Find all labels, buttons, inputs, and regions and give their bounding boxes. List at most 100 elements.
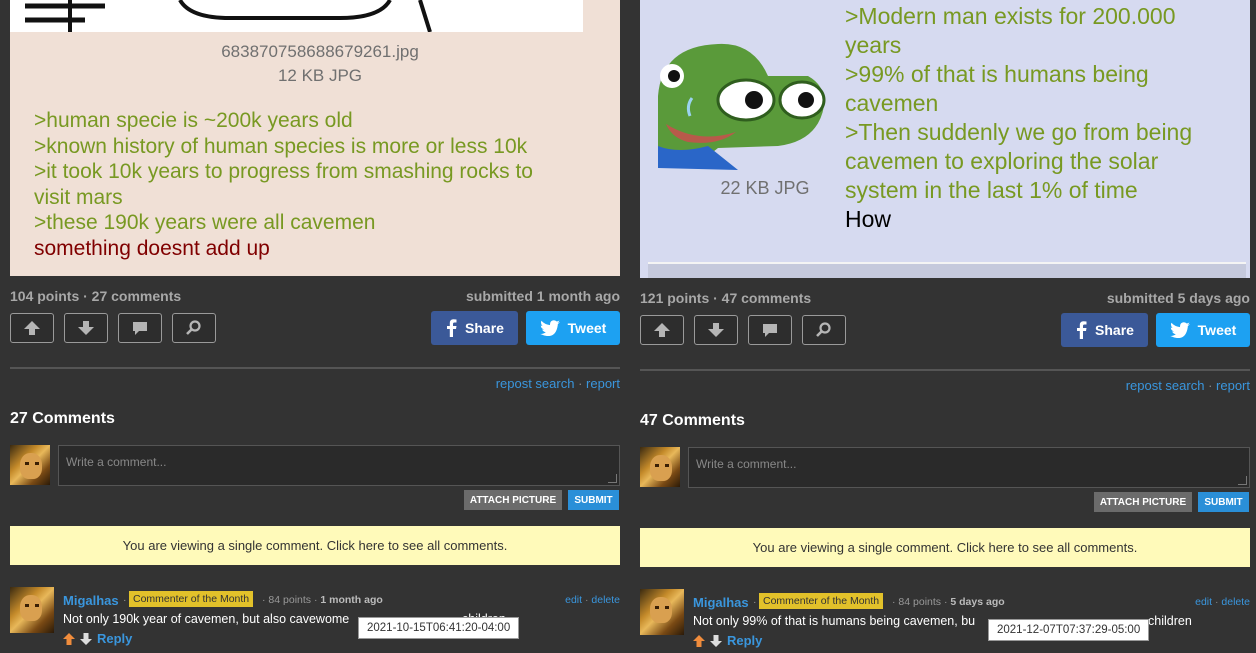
post-links: repost search · report bbox=[496, 376, 620, 391]
twitter-tweet-button[interactable]: Tweet bbox=[526, 311, 620, 345]
upvote-arrow-icon[interactable] bbox=[693, 634, 705, 647]
file-name[interactable]: 683870758688679261.jpg bbox=[10, 40, 630, 64]
comment-author[interactable]: Migalhas bbox=[693, 595, 749, 610]
greentext-line: years bbox=[845, 32, 902, 58]
greentext-line: >it took 10k years to progress from smas… bbox=[34, 160, 533, 183]
report-link[interactable]: report bbox=[1216, 378, 1250, 393]
upvote-arrow-icon[interactable] bbox=[63, 632, 75, 645]
comment-input[interactable]: Write a comment... bbox=[688, 447, 1250, 488]
downvote-button[interactable] bbox=[64, 313, 108, 343]
share-label: Share bbox=[1095, 322, 1134, 338]
greentext-line: >known history of human species is more … bbox=[34, 134, 528, 158]
comments-heading: 47 Comments bbox=[640, 412, 745, 429]
post-stats: 104 points · 27 comments bbox=[10, 288, 182, 304]
single-comment-notice[interactable]: You are viewing a single comment. Click … bbox=[10, 526, 620, 565]
commenter-avatar[interactable] bbox=[10, 587, 54, 633]
delete-link[interactable]: delete bbox=[591, 594, 620, 606]
resize-handle[interactable] bbox=[1238, 476, 1247, 485]
greentext-line: >Modern man exists for 200.000 bbox=[845, 3, 1176, 29]
twitter-tweet-button[interactable]: Tweet bbox=[1156, 313, 1250, 347]
downvote-button[interactable] bbox=[694, 315, 738, 345]
share-label: Share bbox=[465, 320, 504, 336]
comment-edit-links: edit · delete bbox=[1195, 596, 1250, 608]
comment-button[interactable] bbox=[118, 313, 162, 343]
search-button[interactable] bbox=[802, 315, 846, 345]
submitted-time: submitted 1 month ago bbox=[466, 288, 620, 304]
comment-meta: · 84 points · 5 days ago bbox=[892, 596, 1005, 608]
file-size: 22 KB JPG bbox=[720, 178, 810, 198]
comment-author[interactable]: Migalhas bbox=[63, 593, 119, 608]
attach-picture-button[interactable]: ATTACH PICTURE bbox=[1094, 492, 1192, 512]
post-image-card[interactable]: 683870758688679261.jpg 12 KB JPG >human … bbox=[10, 0, 620, 276]
submit-button[interactable]: SUBMIT bbox=[568, 490, 619, 510]
downvote-arrow-icon[interactable] bbox=[710, 634, 722, 647]
tweet-label: Tweet bbox=[1197, 322, 1237, 338]
commenter-avatar[interactable] bbox=[640, 589, 684, 635]
user-avatar[interactable] bbox=[640, 447, 680, 487]
facebook-icon bbox=[447, 319, 457, 337]
downvote-arrow-icon[interactable] bbox=[80, 632, 92, 645]
comment-points: 84 points bbox=[268, 594, 312, 606]
facebook-share-button[interactable]: Share bbox=[1061, 313, 1148, 347]
search-button[interactable] bbox=[172, 313, 216, 343]
link-separator: · bbox=[578, 376, 587, 391]
user-avatar[interactable] bbox=[10, 445, 50, 485]
repost-search-link[interactable]: repost search bbox=[496, 376, 575, 391]
resize-handle[interactable] bbox=[608, 474, 617, 483]
comment-placeholder: Write a comment... bbox=[66, 455, 167, 469]
facebook-share-button[interactable]: Share bbox=[431, 311, 518, 345]
report-link[interactable]: report bbox=[586, 376, 620, 391]
comment-edit-links: edit · delete bbox=[565, 594, 620, 606]
upvote-button[interactable] bbox=[10, 313, 54, 343]
comment-actions: Reply bbox=[693, 633, 762, 648]
edit-link[interactable]: edit bbox=[1195, 596, 1212, 608]
post-text: >Modern man exists for 200.000 years >99… bbox=[845, 2, 1192, 234]
commenter-badge: Commenter of the Month bbox=[759, 593, 884, 609]
greentext-line: >99% of that is humans being bbox=[845, 61, 1149, 87]
edit-link[interactable]: edit bbox=[565, 594, 582, 606]
post-stats: 121 points · 47 comments bbox=[640, 290, 812, 306]
greentext-line: cavemen bbox=[845, 90, 939, 116]
greentext-line: system in the last 1% of time bbox=[845, 177, 1138, 203]
comment-input[interactable]: Write a comment... bbox=[58, 445, 620, 486]
upvote-button[interactable] bbox=[640, 315, 684, 345]
text-line: How bbox=[845, 206, 892, 232]
attach-picture-button[interactable]: ATTACH PICTURE bbox=[464, 490, 562, 510]
post-image-drawing bbox=[25, 0, 432, 33]
comment-button[interactable] bbox=[748, 315, 792, 345]
file-info: 683870758688679261.jpg 12 KB JPG bbox=[10, 40, 630, 88]
comment-points: 84 points bbox=[898, 596, 942, 608]
post-image[interactable] bbox=[10, 0, 583, 33]
repost-search-link[interactable]: repost search bbox=[1126, 378, 1205, 393]
arrow-up-icon bbox=[24, 321, 40, 335]
comment-meta: · 84 points · 1 month ago bbox=[262, 594, 383, 606]
greentext-line: cavemen to exploring the solar bbox=[845, 148, 1159, 174]
post-image-card[interactable]: 22 KB JPG >Modern man exists for 200.000… bbox=[640, 0, 1250, 278]
timestamp-tooltip: 2021-10-15T06:41:20-04:00 bbox=[358, 617, 520, 639]
greentext-line: >Then suddenly we go from being bbox=[845, 119, 1193, 145]
submit-button[interactable]: SUBMIT bbox=[1198, 492, 1249, 512]
pepe-thumbnail[interactable] bbox=[658, 36, 826, 170]
tweet-label: Tweet bbox=[567, 320, 607, 336]
comment-text-tail: children bbox=[1148, 614, 1192, 628]
meta-separator: · bbox=[123, 594, 127, 606]
magnifier-icon bbox=[816, 322, 831, 337]
link-separator: · bbox=[1208, 378, 1217, 393]
timestamp-tooltip: 2021-12-07T07:37:29-05:00 bbox=[988, 619, 1150, 641]
delete-link[interactable]: delete bbox=[1221, 596, 1250, 608]
facebook-icon bbox=[1077, 321, 1087, 339]
reply-link[interactable]: Reply bbox=[97, 631, 132, 646]
comment-placeholder: Write a comment... bbox=[696, 457, 797, 471]
comment-age[interactable]: 1 month ago bbox=[320, 594, 382, 606]
comment-actions: Reply bbox=[63, 631, 132, 646]
divider bbox=[640, 369, 1250, 371]
post-column-right: 22 KB JPG >Modern man exists for 200.000… bbox=[640, 0, 1250, 653]
post-links: repost search · report bbox=[1126, 378, 1250, 393]
file-size: 12 KB JPG bbox=[277, 66, 363, 85]
greentext-line: >these 190k years were all cavemen bbox=[34, 211, 376, 234]
magnifier-icon bbox=[186, 320, 201, 335]
comment-age[interactable]: 5 days ago bbox=[950, 596, 1004, 608]
single-comment-notice[interactable]: You are viewing a single comment. Click … bbox=[640, 528, 1250, 567]
speech-bubble-icon bbox=[133, 322, 147, 335]
reply-link[interactable]: Reply bbox=[727, 633, 762, 648]
